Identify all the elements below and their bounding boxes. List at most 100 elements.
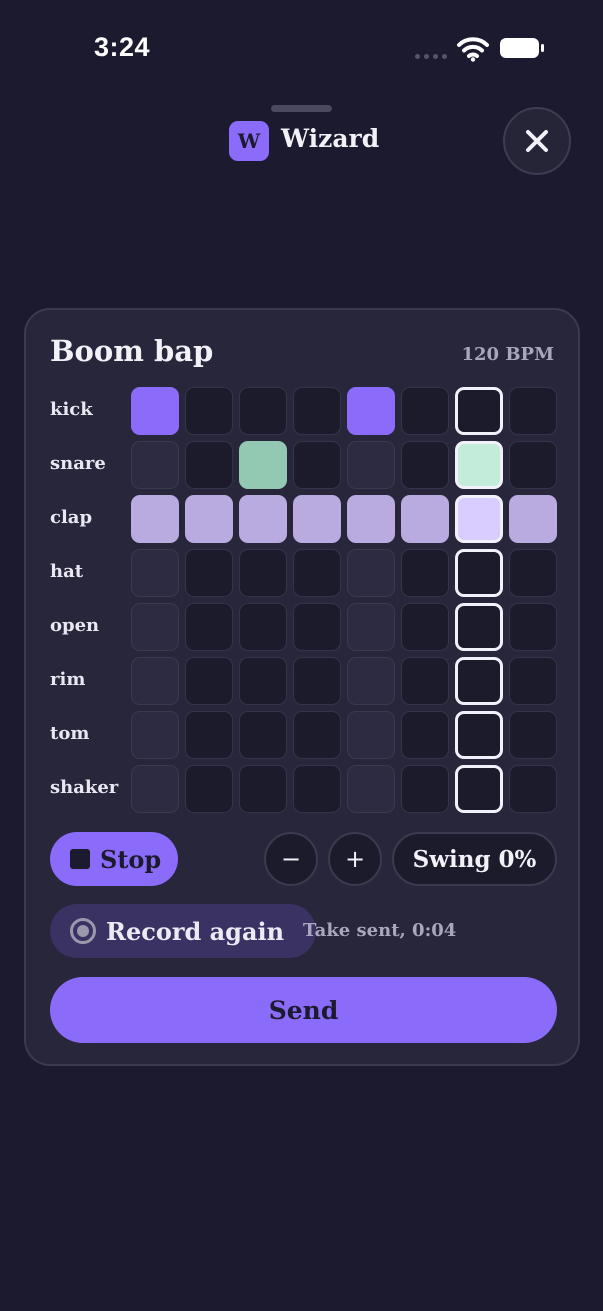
step-cell-kick-4[interactable] (293, 387, 341, 435)
row-label-clap: clap (50, 507, 93, 528)
step-cell-open-8[interactable] (509, 603, 557, 651)
step-cell-shaker-2[interactable] (185, 765, 233, 813)
bpm-label: 120 BPM (461, 344, 554, 365)
tempo-increase-button[interactable]: + (328, 832, 382, 886)
step-cell-shaker-8[interactable] (509, 765, 557, 813)
record-icon (70, 918, 96, 944)
step-cell-clap-7[interactable] (455, 495, 503, 543)
step-cell-shaker-6[interactable] (401, 765, 449, 813)
step-cell-hat-1[interactable] (131, 549, 179, 597)
step-cell-clap-3[interactable] (239, 495, 287, 543)
step-cell-hat-3[interactable] (239, 549, 287, 597)
step-cell-shaker-3[interactable] (239, 765, 287, 813)
minus-icon: − (280, 845, 302, 873)
step-cell-kick-1[interactable] (131, 387, 179, 435)
step-cell-open-5[interactable] (347, 603, 395, 651)
row-label-snare: snare (50, 453, 106, 474)
step-cell-tom-2[interactable] (185, 711, 233, 759)
step-cell-kick-3[interactable] (239, 387, 287, 435)
step-cell-hat-6[interactable] (401, 549, 449, 597)
step-cell-hat-2[interactable] (185, 549, 233, 597)
step-cell-rim-2[interactable] (185, 657, 233, 705)
step-cell-tom-1[interactable] (131, 711, 179, 759)
step-cell-open-6[interactable] (401, 603, 449, 651)
row-label-hat: hat (50, 561, 84, 582)
step-cell-hat-8[interactable] (509, 549, 557, 597)
row-label-tom: tom (50, 723, 90, 744)
step-cell-kick-5[interactable] (347, 387, 395, 435)
row-label-open: open (50, 615, 100, 636)
step-cell-hat-4[interactable] (293, 549, 341, 597)
screen: 3:24 W Wizard Boom bap 120 BPM Stop − + (0, 0, 603, 1311)
step-cell-shaker-4[interactable] (293, 765, 341, 813)
close-button[interactable] (503, 107, 571, 175)
step-cell-clap-6[interactable] (401, 495, 449, 543)
beat-card: Boom bap 120 BPM Stop − + Swing 0% Recor… (24, 308, 580, 1066)
step-cell-tom-6[interactable] (401, 711, 449, 759)
step-cell-clap-1[interactable] (131, 495, 179, 543)
step-cell-shaker-5[interactable] (347, 765, 395, 813)
step-cell-kick-6[interactable] (401, 387, 449, 435)
battery-icon (500, 38, 544, 58)
step-cell-snare-5[interactable] (347, 441, 395, 489)
app-title: Wizard (281, 124, 380, 153)
step-cell-hat-5[interactable] (347, 549, 395, 597)
step-cell-rim-3[interactable] (239, 657, 287, 705)
step-cell-open-4[interactable] (293, 603, 341, 651)
step-cell-kick-8[interactable] (509, 387, 557, 435)
step-cell-clap-5[interactable] (347, 495, 395, 543)
row-label-shaker: shaker (50, 777, 119, 798)
step-cell-kick-2[interactable] (185, 387, 233, 435)
tempo-decrease-button[interactable]: − (264, 832, 318, 886)
stop-button[interactable]: Stop (50, 832, 178, 886)
row-label-kick: kick (50, 399, 93, 420)
step-cell-rim-5[interactable] (347, 657, 395, 705)
step-cell-snare-7[interactable] (455, 441, 503, 489)
stop-icon (70, 849, 90, 869)
row-label-rim: rim (50, 669, 86, 690)
send-label: Send (268, 995, 339, 1025)
step-cell-tom-4[interactable] (293, 711, 341, 759)
step-cell-clap-4[interactable] (293, 495, 341, 543)
step-cell-rim-7[interactable] (455, 657, 503, 705)
pattern-title: Boom bap (50, 334, 214, 368)
signal-dots-icon (415, 54, 447, 59)
swing-button[interactable]: Swing 0% (392, 832, 557, 886)
step-cell-open-2[interactable] (185, 603, 233, 651)
record-again-button[interactable]: Record again (50, 904, 316, 958)
step-cell-snare-2[interactable] (185, 441, 233, 489)
step-cell-clap-8[interactable] (509, 495, 557, 543)
take-status: Take sent, 0:04 (303, 920, 457, 941)
close-icon (526, 130, 548, 152)
step-cell-snare-4[interactable] (293, 441, 341, 489)
swing-label: Swing 0% (412, 845, 537, 873)
step-cell-snare-8[interactable] (509, 441, 557, 489)
step-cell-tom-3[interactable] (239, 711, 287, 759)
step-cell-tom-8[interactable] (509, 711, 557, 759)
step-cell-shaker-7[interactable] (455, 765, 503, 813)
step-cell-open-7[interactable] (455, 603, 503, 651)
stop-label: Stop (100, 844, 162, 874)
step-cell-open-1[interactable] (131, 603, 179, 651)
step-cell-rim-8[interactable] (509, 657, 557, 705)
step-cell-rim-1[interactable] (131, 657, 179, 705)
step-cell-snare-3[interactable] (239, 441, 287, 489)
step-cell-tom-5[interactable] (347, 711, 395, 759)
step-cell-rim-4[interactable] (293, 657, 341, 705)
sheet-grabber[interactable] (271, 105, 332, 112)
step-cell-rim-6[interactable] (401, 657, 449, 705)
step-cell-snare-6[interactable] (401, 441, 449, 489)
step-cell-shaker-1[interactable] (131, 765, 179, 813)
record-label: Record again (106, 916, 285, 946)
status-time: 3:24 (94, 32, 151, 62)
plus-icon: + (344, 845, 366, 873)
step-cell-tom-7[interactable] (455, 711, 503, 759)
step-cell-clap-2[interactable] (185, 495, 233, 543)
wifi-icon (457, 37, 489, 62)
step-cell-snare-1[interactable] (131, 441, 179, 489)
app-logo: W (229, 121, 269, 161)
send-button[interactable]: Send (50, 977, 557, 1043)
step-cell-open-3[interactable] (239, 603, 287, 651)
step-cell-kick-7[interactable] (455, 387, 503, 435)
step-cell-hat-7[interactable] (455, 549, 503, 597)
